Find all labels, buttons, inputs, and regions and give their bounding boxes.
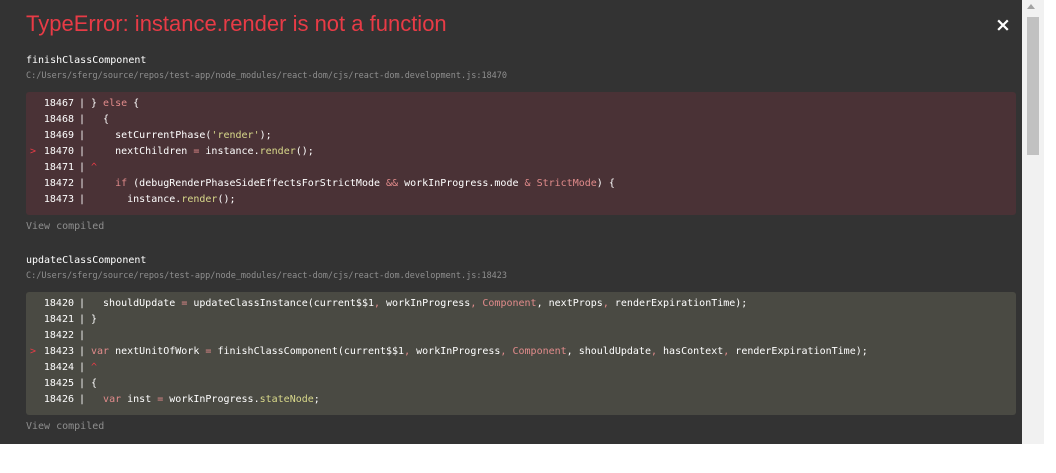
chevron-right-icon: >: [30, 146, 37, 157]
code-text: {: [91, 378, 98, 389]
line-number: 18424: [43, 362, 74, 373]
code-snippet: 18467 |} else { 18468 | { 18469 | setCurren…: [26, 92, 1016, 215]
code-text: ^: [91, 362, 98, 373]
code-text: instance.render();: [91, 194, 236, 205]
chevron-right-icon: >: [30, 346, 37, 357]
frame-function-name: finishClassComponent: [26, 55, 147, 66]
line-number: 18471: [43, 162, 74, 173]
line-number: 18470: [43, 146, 74, 157]
line-number: 18472: [43, 178, 74, 189]
error-overlay: TypeError: instance.render is not a func…: [0, 0, 1022, 444]
line-number: 18426: [43, 394, 74, 405]
code-text: if (debugRenderPhaseSideEffectsForStrict…: [115, 178, 615, 189]
code-text: var nextUnitOfWork = finishClassComponen…: [91, 346, 868, 357]
line-number: 18421: [43, 314, 74, 325]
error-title: TypeError: instance.render is not a func…: [26, 11, 447, 36]
line-number: 18473: [43, 194, 74, 205]
scroll-up-arrow-icon[interactable]: [1027, 4, 1035, 9]
line-number: 18423: [43, 346, 74, 357]
line-number: 18425: [43, 378, 74, 389]
code-snippet: 18420 | shouldUpdate = updateClassInstanc…: [26, 292, 1016, 415]
line-number: 18420: [43, 298, 74, 309]
code-text: }: [91, 314, 98, 325]
code-text: } else {: [91, 98, 140, 109]
view-compiled-link[interactable]: View compiled: [26, 221, 104, 232]
frame-file-path: C:/Users/sferg/source/repos/test-app/nod…: [26, 71, 508, 81]
code-text: ^: [91, 162, 98, 173]
code-text: nextChildren = instance.render();: [91, 146, 314, 157]
line-number: 18468: [43, 114, 74, 125]
code-text: shouldUpdate = updateClassInstance(curre…: [91, 298, 748, 309]
code-text: setCurrentPhase('render');: [91, 130, 272, 141]
frame-file-path: C:/Users/sferg/source/repos/test-app/nod…: [26, 271, 508, 281]
scrollbar-thumb[interactable]: [1027, 17, 1039, 155]
line-number: 18422: [43, 330, 74, 341]
line-number: 18467: [43, 98, 74, 109]
frame-function-name: updateClassComponent: [26, 255, 147, 266]
code-text: {: [91, 114, 110, 125]
close-icon[interactable]: ×: [994, 14, 1012, 36]
code-text: var inst = workInProgress.stateNode;: [103, 394, 320, 405]
view-compiled-link[interactable]: View compiled: [26, 421, 104, 432]
line-number: 18469: [43, 130, 74, 141]
